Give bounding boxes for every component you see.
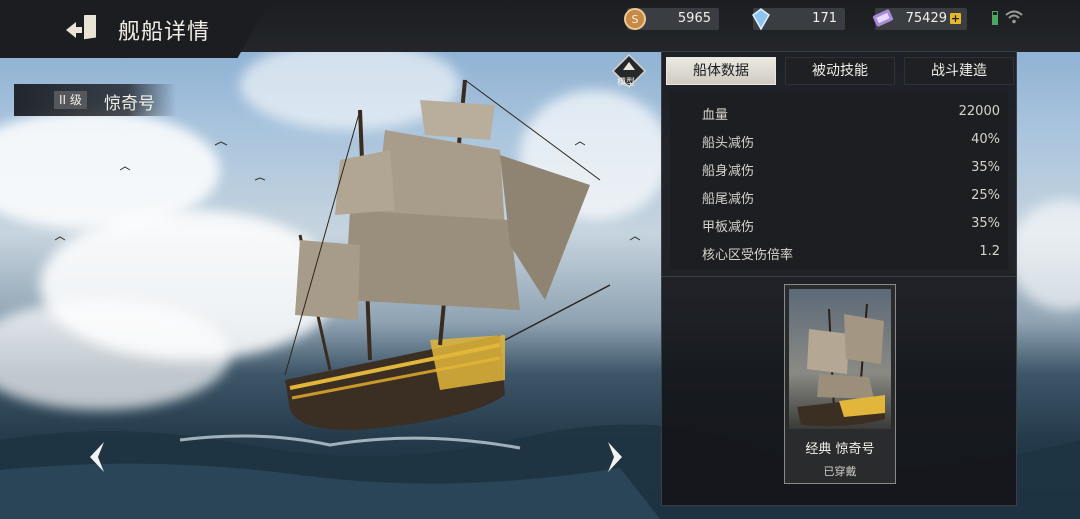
stat-row: 血量 22000 (670, 98, 1008, 126)
battery-icon (992, 11, 998, 25)
add-crystal-button[interactable]: + (950, 13, 961, 24)
resource-crystal[interactable]: 75429 + (872, 8, 967, 30)
skin-equipped-status: 已穿戴 (823, 465, 857, 478)
stat-label: 血量 (702, 108, 729, 123)
stat-row: 船身减伤 35% (670, 154, 1008, 182)
model-view-button[interactable]: 模型 (611, 53, 647, 89)
svg-text:S: S (632, 13, 639, 26)
panel-divider (662, 276, 1016, 277)
ship-thumbnail-icon (797, 303, 885, 427)
stat-row: 核心区受伤倍率 1.2 (670, 238, 1008, 266)
stat-label: 船身减伤 (702, 164, 755, 179)
stat-label: 甲板减伤 (702, 220, 755, 235)
silver-coin-icon: S (624, 8, 646, 30)
ship-name-plate: II 级 惊奇号 (14, 84, 176, 116)
stat-row: 船尾减伤 25% (670, 182, 1008, 210)
stat-value: 40% (971, 132, 1000, 147)
model-button-label: 模型 (617, 78, 636, 88)
stat-value: 35% (971, 216, 1000, 231)
resource-value: 75429 (905, 11, 947, 26)
skin-thumbnail (789, 289, 891, 429)
stat-row: 船头减伤 40% (670, 126, 1008, 154)
ship-skin-card[interactable]: 经典 惊奇号 已穿戴 (784, 284, 896, 484)
stat-value: 22000 (958, 104, 1000, 119)
page-title: 舰船详情 (118, 20, 211, 45)
resource-value: 5965 (677, 11, 711, 26)
stat-label: 船头减伤 (702, 136, 755, 151)
skin-name: 经典 惊奇号 (805, 442, 875, 457)
back-arrow-icon (66, 15, 96, 40)
wifi-icon (1005, 10, 1023, 24)
ship-name: 惊奇号 (104, 94, 155, 114)
stat-label: 核心区受伤倍率 (702, 248, 794, 263)
hull-stats-table: 血量 22000 船头减伤 40% 船身减伤 35% 船尾减伤 25% 甲板减伤… (670, 92, 1008, 270)
next-ship-arrow-icon[interactable] (604, 440, 626, 474)
crystal-ticket-icon (872, 9, 894, 27)
resource-diamond[interactable]: 171 (752, 8, 845, 31)
back-button[interactable] (62, 12, 102, 48)
stat-label: 船尾减伤 (702, 192, 755, 207)
stat-value: 35% (971, 160, 1000, 175)
ship-grade-badge: II 级 (54, 91, 87, 109)
resource-value: 171 (812, 11, 837, 26)
stat-value: 1.2 (979, 244, 1000, 259)
stat-value: 25% (971, 188, 1000, 203)
resource-silver[interactable]: S 5965 (624, 8, 719, 30)
previous-ship-arrow-icon[interactable] (86, 440, 108, 474)
ship-detail-panel: 船体数据 被动技能 战斗建造 血量 22000 船头减伤 40% 船身减伤 35… (661, 51, 1017, 506)
tab-battle-build[interactable]: 战斗建造 (904, 57, 1014, 85)
stat-row: 甲板减伤 35% (670, 210, 1008, 238)
tab-hull-data[interactable]: 船体数据 (666, 57, 776, 85)
tab-passive-skills[interactable]: 被动技能 (785, 57, 895, 85)
diamond-icon (752, 8, 770, 31)
